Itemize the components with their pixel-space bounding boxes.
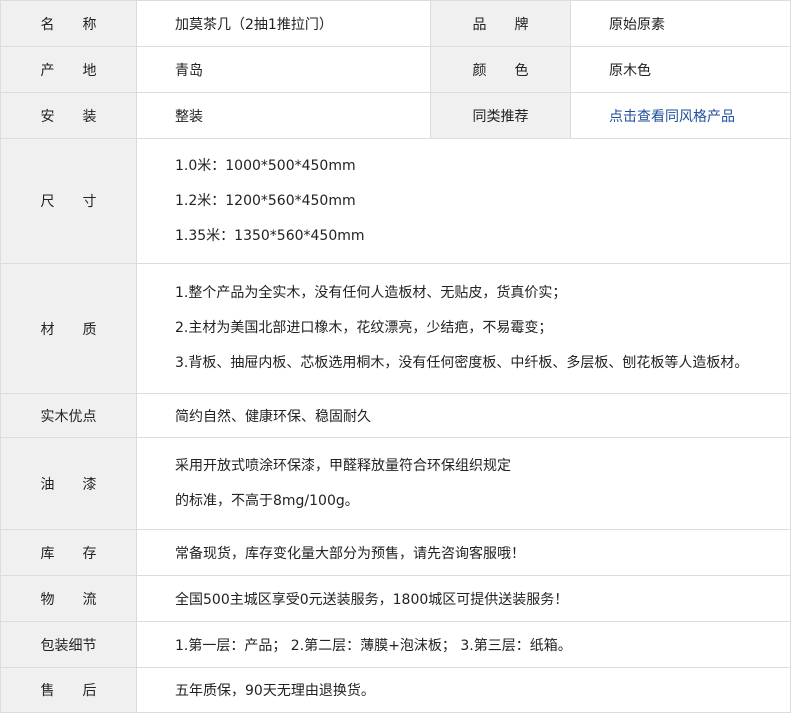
row-paint: 油 漆 采用开放式喷涂环保漆，甲醛释放量符合环保组织规定 的标准，不高于8mg/… xyxy=(0,437,791,530)
similar-cell: 点击查看同风格产品 xyxy=(570,92,791,139)
name-value: 加莫茶几（2抽1推拉门） xyxy=(136,0,431,47)
size-line: 1.2米：1200*560*450mm xyxy=(175,192,356,209)
origin-value: 青岛 xyxy=(136,46,431,93)
install-label: 安 装 xyxy=(0,92,137,139)
row-material: 材 质 1.整个产品为全实木，没有任何人造板材、无贴皮，货真价实； 2.主材为美… xyxy=(0,263,791,394)
logistics-value: 全国500主城区享受0元送装服务，1800城区可提供送装服务！ xyxy=(136,575,791,622)
brand-value: 原始原素 xyxy=(570,0,791,47)
row-advantage: 实木优点 简约自然、健康环保、稳固耐久 xyxy=(0,393,791,438)
material-line: 1.整个产品为全实木，没有任何人造板材、无贴皮，货真价实； xyxy=(175,285,567,301)
paint-line: 采用开放式喷涂环保漆，甲醛释放量符合环保组织规定 xyxy=(175,457,511,474)
packing-value: 1.第一层：产品； 2.第二层：薄膜+泡沫板； 3.第三层：纸箱。 xyxy=(136,621,791,668)
row-stock: 库 存 常备现货，库存变化量大部分为预售，请先咨询客服哦！ xyxy=(0,529,791,576)
color-label: 颜 色 xyxy=(430,46,571,93)
origin-label: 产 地 xyxy=(0,46,137,93)
stock-label: 库 存 xyxy=(0,529,137,576)
material-value: 1.整个产品为全实木，没有任何人造板材、无贴皮，货真价实； 2.主材为美国北部进… xyxy=(136,263,791,394)
size-line: 1.35米：1350*560*450mm xyxy=(175,227,365,244)
row-logistics: 物 流 全国500主城区享受0元送装服务，1800城区可提供送装服务！ xyxy=(0,575,791,622)
material-line: 3.背板、抽屉内板、芯板选用桐木，没有任何密度板、中纤板、多层板、刨花板等人造板… xyxy=(175,355,749,371)
install-value: 整装 xyxy=(136,92,431,139)
name-label: 名 称 xyxy=(0,0,137,47)
size-label: 尺 寸 xyxy=(0,138,137,264)
size-line: 1.0米：1000*500*450mm xyxy=(175,157,356,174)
paint-label: 油 漆 xyxy=(0,437,137,530)
product-spec-table: 名 称 加莫茶几（2抽1推拉门） 品 牌 原始原素 产 地 青岛 颜 色 原木色… xyxy=(0,0,791,713)
color-value: 原木色 xyxy=(570,46,791,93)
row-size: 尺 寸 1.0米：1000*500*450mm 1.2米：1200*560*45… xyxy=(0,138,791,264)
brand-label: 品 牌 xyxy=(430,0,571,47)
advantage-label: 实木优点 xyxy=(0,393,137,438)
row-name-brand: 名 称 加莫茶几（2抽1推拉门） 品 牌 原始原素 xyxy=(0,0,791,47)
aftersale-label: 售 后 xyxy=(0,667,137,713)
packing-label: 包装细节 xyxy=(0,621,137,668)
row-install-similar: 安 装 整装 同类推荐 点击查看同风格产品 xyxy=(0,92,791,139)
size-value: 1.0米：1000*500*450mm 1.2米：1200*560*450mm … xyxy=(136,138,791,264)
stock-value: 常备现货，库存变化量大部分为预售，请先咨询客服哦！ xyxy=(136,529,791,576)
similar-products-link[interactable]: 点击查看同风格产品 xyxy=(609,109,735,125)
material-label: 材 质 xyxy=(0,263,137,394)
row-aftersale: 售 后 五年质保，90天无理由退换货。 xyxy=(0,667,791,713)
advantage-value: 简约自然、健康环保、稳固耐久 xyxy=(136,393,791,438)
material-line: 2.主材为美国北部进口橡木，花纹漂亮，少结疤，不易霉变； xyxy=(175,320,553,336)
similar-label: 同类推荐 xyxy=(430,92,571,139)
logistics-label: 物 流 xyxy=(0,575,137,622)
paint-line: 的标准，不高于8mg/100g。 xyxy=(175,492,359,509)
paint-value: 采用开放式喷涂环保漆，甲醛释放量符合环保组织规定 的标准，不高于8mg/100g… xyxy=(136,437,791,530)
aftersale-value: 五年质保，90天无理由退换货。 xyxy=(136,667,791,713)
row-origin-color: 产 地 青岛 颜 色 原木色 xyxy=(0,46,791,93)
row-packing: 包装细节 1.第一层：产品； 2.第二层：薄膜+泡沫板； 3.第三层：纸箱。 xyxy=(0,621,791,668)
